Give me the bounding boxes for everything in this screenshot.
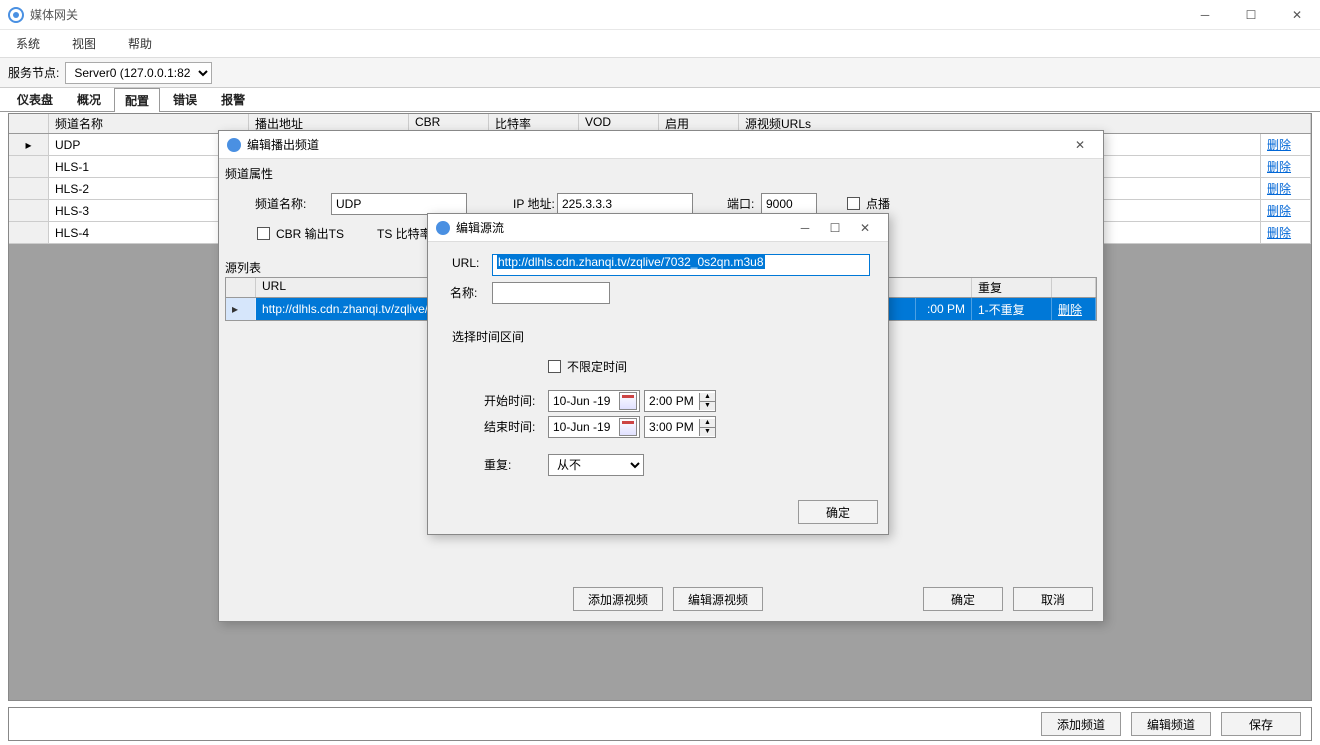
dialog-close-button[interactable]: ✕ (1065, 131, 1095, 159)
app-title: 媒体网关 (30, 6, 78, 23)
calendar-icon[interactable] (619, 392, 637, 410)
tab-alarm[interactable]: 报警 (210, 87, 256, 111)
dialog-title: 编辑播出频道 (247, 136, 319, 153)
src-repeat-cell: 1-不重复 (972, 298, 1052, 320)
repeat-label: 重复: (484, 456, 511, 473)
titlebar: 媒体网关 ─ ☐ ✕ (0, 0, 1320, 30)
dialog-title: 编辑源流 (456, 219, 504, 236)
bottom-bar: 添加频道 编辑频道 保存 (8, 707, 1312, 741)
dialog-cancel-button[interactable]: 取消 (1013, 587, 1093, 611)
start-time-label: 开始时间: (484, 392, 535, 409)
port-label: 端口: (727, 195, 754, 212)
save-button[interactable]: 保存 (1221, 712, 1301, 736)
delete-link[interactable]: 删除 (1267, 180, 1291, 197)
close-button[interactable]: ✕ (1274, 0, 1320, 30)
toolbar: 服务节点: Server0 (127.0.0.1:8280) (0, 58, 1320, 88)
tab-dashboard[interactable]: 仪表盘 (6, 87, 64, 111)
time-range-group-label: 选择时间区间 (452, 328, 524, 345)
delete-link[interactable]: 删除 (1267, 158, 1291, 175)
src-time-cell: :00 PM (916, 298, 972, 320)
row-indicator: ▸ (9, 134, 49, 155)
channel-props-label: 频道属性 (225, 165, 273, 182)
menu-system[interactable]: 系统 (10, 33, 46, 54)
start-time-picker[interactable]: 2:00 PM▲▼ (644, 390, 716, 412)
dialog-ok-button[interactable]: 确定 (923, 587, 1003, 611)
tab-overview[interactable]: 概况 (66, 87, 112, 111)
name-field[interactable] (492, 282, 610, 304)
minimize-button[interactable]: ─ (790, 214, 820, 242)
cbr-checkbox[interactable]: CBR 输出TS (257, 225, 344, 242)
dialog-titlebar[interactable]: 编辑播出频道 ✕ (219, 131, 1103, 159)
delete-link[interactable]: 删除 (1267, 224, 1291, 241)
spinner-icon[interactable]: ▲▼ (699, 393, 715, 410)
vod-checkbox[interactable]: 点播 (847, 195, 890, 212)
ip-field[interactable] (557, 193, 693, 215)
name-label: 名称: (450, 284, 477, 301)
calendar-icon[interactable] (619, 418, 637, 436)
source-list-label: 源列表 (225, 259, 261, 276)
end-time-picker[interactable]: 3:00 PM▲▼ (644, 416, 716, 438)
src-delete-link[interactable]: 删除 (1058, 301, 1082, 318)
dialog-icon (436, 221, 450, 235)
edit-channel-button[interactable]: 编辑频道 (1131, 712, 1211, 736)
channel-name-field[interactable] (331, 193, 467, 215)
service-node-select[interactable]: Server0 (127.0.0.1:8280) (65, 62, 212, 84)
add-source-button[interactable]: 添加源视频 (573, 587, 663, 611)
tab-error[interactable]: 错误 (162, 87, 208, 111)
edit-source-dialog: 编辑源流 ─ ☐ ✕ URL: http://dlhls.cdn.zhanqi.… (427, 213, 889, 535)
dialog-titlebar[interactable]: 编辑源流 ─ ☐ ✕ (428, 214, 888, 242)
delete-link[interactable]: 删除 (1267, 136, 1291, 153)
source-ok-button[interactable]: 确定 (798, 500, 878, 524)
no-time-limit-checkbox[interactable]: 不限定时间 (548, 358, 627, 375)
delete-link[interactable]: 删除 (1267, 202, 1291, 219)
end-date-picker[interactable]: 10-Jun -19 (548, 416, 640, 438)
edit-source-button[interactable]: 编辑源视频 (673, 587, 763, 611)
menubar: 系统 视图 帮助 (0, 30, 1320, 58)
tab-config[interactable]: 配置 (114, 88, 160, 112)
url-field[interactable]: http://dlhls.cdn.zhanqi.tv/zqlive/7032_0… (492, 254, 870, 276)
app-icon (8, 7, 24, 23)
service-node-label: 服务节点: (8, 64, 59, 81)
url-label: URL: (452, 256, 479, 270)
ip-label: IP 地址: (513, 195, 555, 212)
repeat-select[interactable]: 从不 (548, 454, 644, 476)
dialog-icon (227, 138, 241, 152)
menu-view[interactable]: 视图 (66, 33, 102, 54)
ts-bitrate-label: TS 比特率 (377, 225, 432, 242)
start-date-picker[interactable]: 10-Jun -19 (548, 390, 640, 412)
close-button[interactable]: ✕ (850, 214, 880, 242)
port-field[interactable] (761, 193, 817, 215)
maximize-button[interactable]: ☐ (820, 214, 850, 242)
channel-name-label: 频道名称: (255, 195, 306, 212)
end-time-label: 结束时间: (484, 418, 535, 435)
add-channel-button[interactable]: 添加频道 (1041, 712, 1121, 736)
spinner-icon[interactable]: ▲▼ (699, 419, 715, 436)
minimize-button[interactable]: ─ (1182, 0, 1228, 30)
maximize-button[interactable]: ☐ (1228, 0, 1274, 30)
src-col-repeat[interactable]: 重复 (972, 278, 1052, 297)
menu-help[interactable]: 帮助 (122, 33, 158, 54)
tabstrip: 仪表盘 概况 配置 错误 报警 (0, 88, 1320, 112)
row-indicator: ▸ (226, 298, 256, 320)
